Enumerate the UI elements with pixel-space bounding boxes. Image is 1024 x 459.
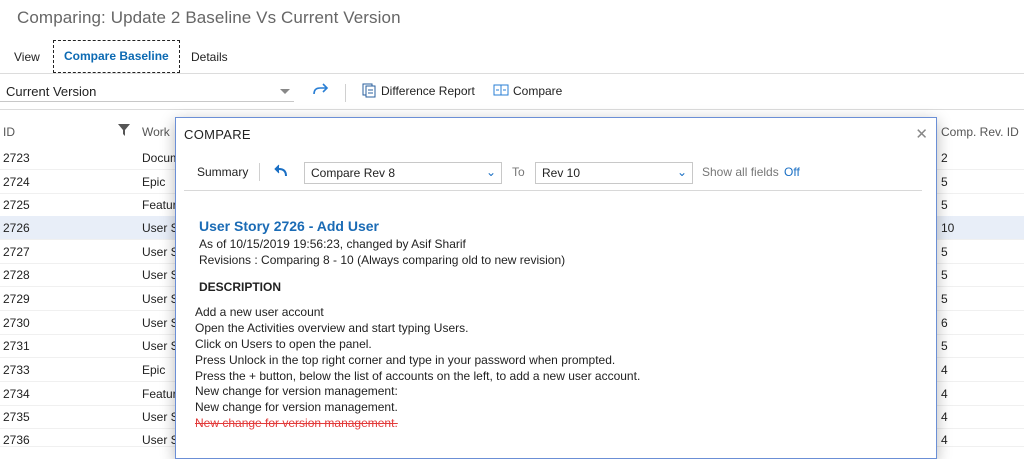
difference-report-button[interactable]: Difference Report	[362, 83, 475, 98]
show-all-fields-toggle[interactable]: Off	[784, 165, 800, 179]
tab-divider	[0, 73, 1024, 74]
dialog-toolbar: Summary Compare Rev 8 ⌄ To Rev 10 ⌄ Show…	[184, 160, 922, 188]
column-header-work[interactable]: Work	[142, 125, 170, 139]
summary-button[interactable]: Summary	[197, 165, 248, 179]
compare-to-select[interactable]: Rev 10 ⌄	[535, 162, 693, 184]
compare-to-value: Rev 10	[542, 166, 581, 180]
close-icon[interactable]: ✕	[915, 125, 928, 143]
description-line: Add a new user account	[195, 305, 324, 319]
tab-compare-baseline[interactable]: Compare Baseline	[53, 40, 180, 73]
filter-icon[interactable]	[118, 124, 130, 139]
compare-from-value: Compare Rev 8	[311, 166, 396, 180]
revisions-text: Revisions : Comparing 8 - 10 (Always com…	[199, 253, 566, 267]
undo-icon[interactable]	[273, 164, 289, 182]
column-header-comp-rev[interactable]: Comp. Rev. ID	[941, 125, 1019, 139]
dialog-toolbar-separator	[259, 163, 260, 181]
story-title: User Story 2726 - Add User	[199, 218, 379, 234]
description-line: Click on Users to open the panel.	[195, 337, 372, 351]
toolbar-divider	[0, 109, 1024, 110]
compare-from-select[interactable]: Compare Rev 8 ⌄	[304, 162, 502, 184]
description-line: Open the Activities overview and start t…	[195, 321, 469, 335]
tab-view[interactable]: View	[14, 44, 40, 70]
compare-button[interactable]: Compare	[493, 83, 562, 98]
show-all-fields-label: Show all fields	[702, 165, 779, 179]
redo-icon	[313, 83, 329, 95]
tab-bar: View Compare Baseline Details	[0, 40, 1024, 73]
compare-icon	[493, 84, 509, 96]
description-line: Press Unlock in the top right corner and…	[195, 353, 616, 367]
description-line: New change for version management.	[195, 400, 398, 414]
description-line: New change for version management:	[195, 384, 398, 398]
dialog-divider	[184, 190, 922, 191]
compare-dialog: COMPARE ✕ Summary Compare Rev 8 ⌄ To Rev…	[175, 117, 937, 459]
description-line: Press the + button, below the list of ac…	[195, 369, 641, 383]
redo-button[interactable]	[311, 82, 331, 98]
as-of-text: As of 10/15/2019 19:56:23, changed by As…	[199, 237, 466, 251]
toolbar: Current Version Difference Report Compar…	[0, 80, 1024, 106]
description-heading: DESCRIPTION	[199, 280, 282, 294]
page-title: Comparing: Update 2 Baseline Vs Current …	[17, 8, 401, 27]
deleted-description-line: New change for version management.	[195, 416, 398, 430]
tab-details[interactable]: Details	[191, 44, 228, 70]
version-select[interactable]: Current Version	[0, 80, 294, 102]
chevron-down-icon: ⌄	[485, 165, 496, 179]
difference-report-label: Difference Report	[381, 83, 475, 98]
chevron-down-icon	[280, 89, 290, 94]
dialog-title: COMPARE	[184, 127, 251, 142]
version-select-value: Current Version	[6, 84, 97, 99]
compare-label: Compare	[513, 83, 563, 98]
column-header-id[interactable]: ID	[3, 125, 15, 139]
difference-report-icon	[362, 83, 376, 98]
chevron-down-icon: ⌄	[676, 165, 687, 179]
toolbar-separator	[345, 84, 346, 102]
to-label: To	[512, 165, 525, 179]
